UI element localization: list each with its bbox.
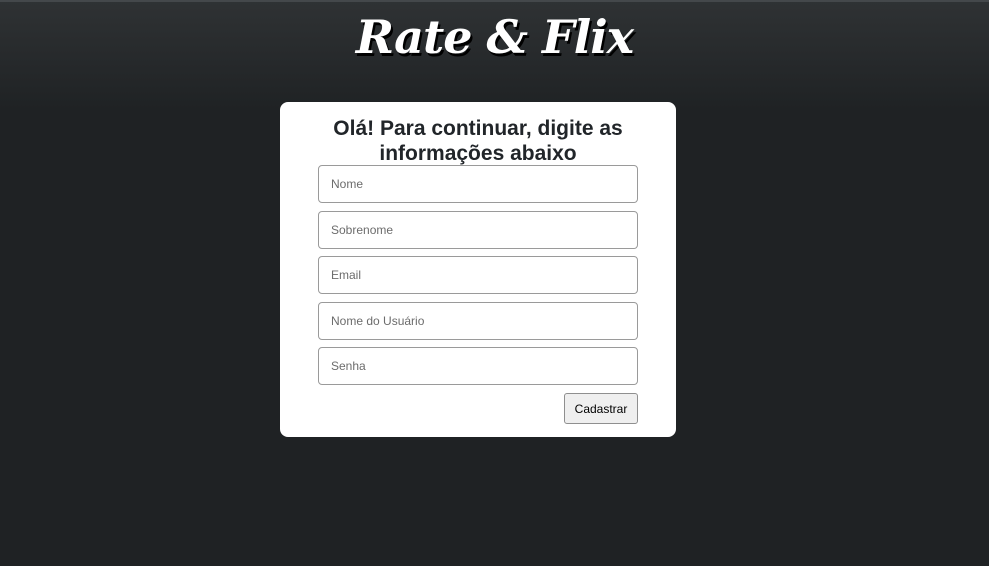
- signup-card: Olá! Para continuar, digite as informaçõ…: [280, 102, 676, 437]
- email-input[interactable]: [318, 256, 638, 294]
- register-button[interactable]: Cadastrar: [564, 393, 638, 424]
- first-name-input[interactable]: [318, 165, 638, 203]
- top-border-line: [0, 0, 989, 2]
- brand-logo: Rate & Flix: [355, 10, 634, 64]
- form-title: Olá! Para continuar, digite as informaçõ…: [333, 117, 623, 165]
- password-input[interactable]: [318, 347, 638, 385]
- username-input[interactable]: [318, 302, 638, 340]
- last-name-input[interactable]: [318, 211, 638, 249]
